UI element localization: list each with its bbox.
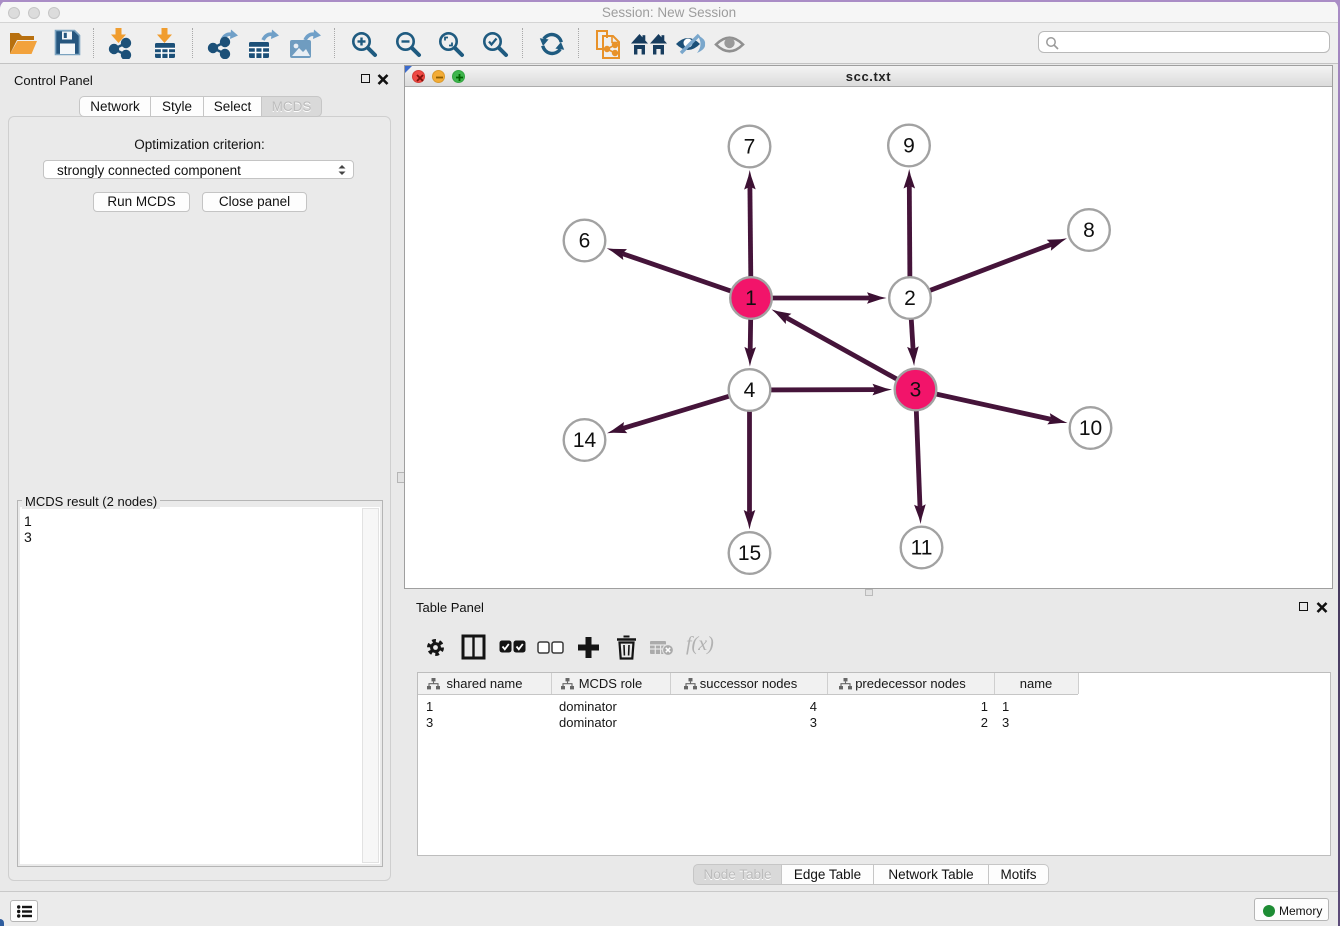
svg-text:9: 9 (903, 135, 915, 158)
svg-text:8: 8 (1083, 219, 1095, 242)
svg-text:4: 4 (744, 379, 756, 402)
svg-text:15: 15 (738, 542, 761, 565)
svg-text:7: 7 (744, 136, 756, 159)
svg-text:1: 1 (745, 287, 757, 310)
svg-text:11: 11 (911, 537, 933, 560)
svg-text:6: 6 (579, 230, 591, 253)
svg-text:10: 10 (1079, 417, 1102, 440)
svg-text:2: 2 (904, 287, 916, 310)
svg-text:3: 3 (910, 379, 922, 402)
svg-text:14: 14 (573, 429, 597, 452)
